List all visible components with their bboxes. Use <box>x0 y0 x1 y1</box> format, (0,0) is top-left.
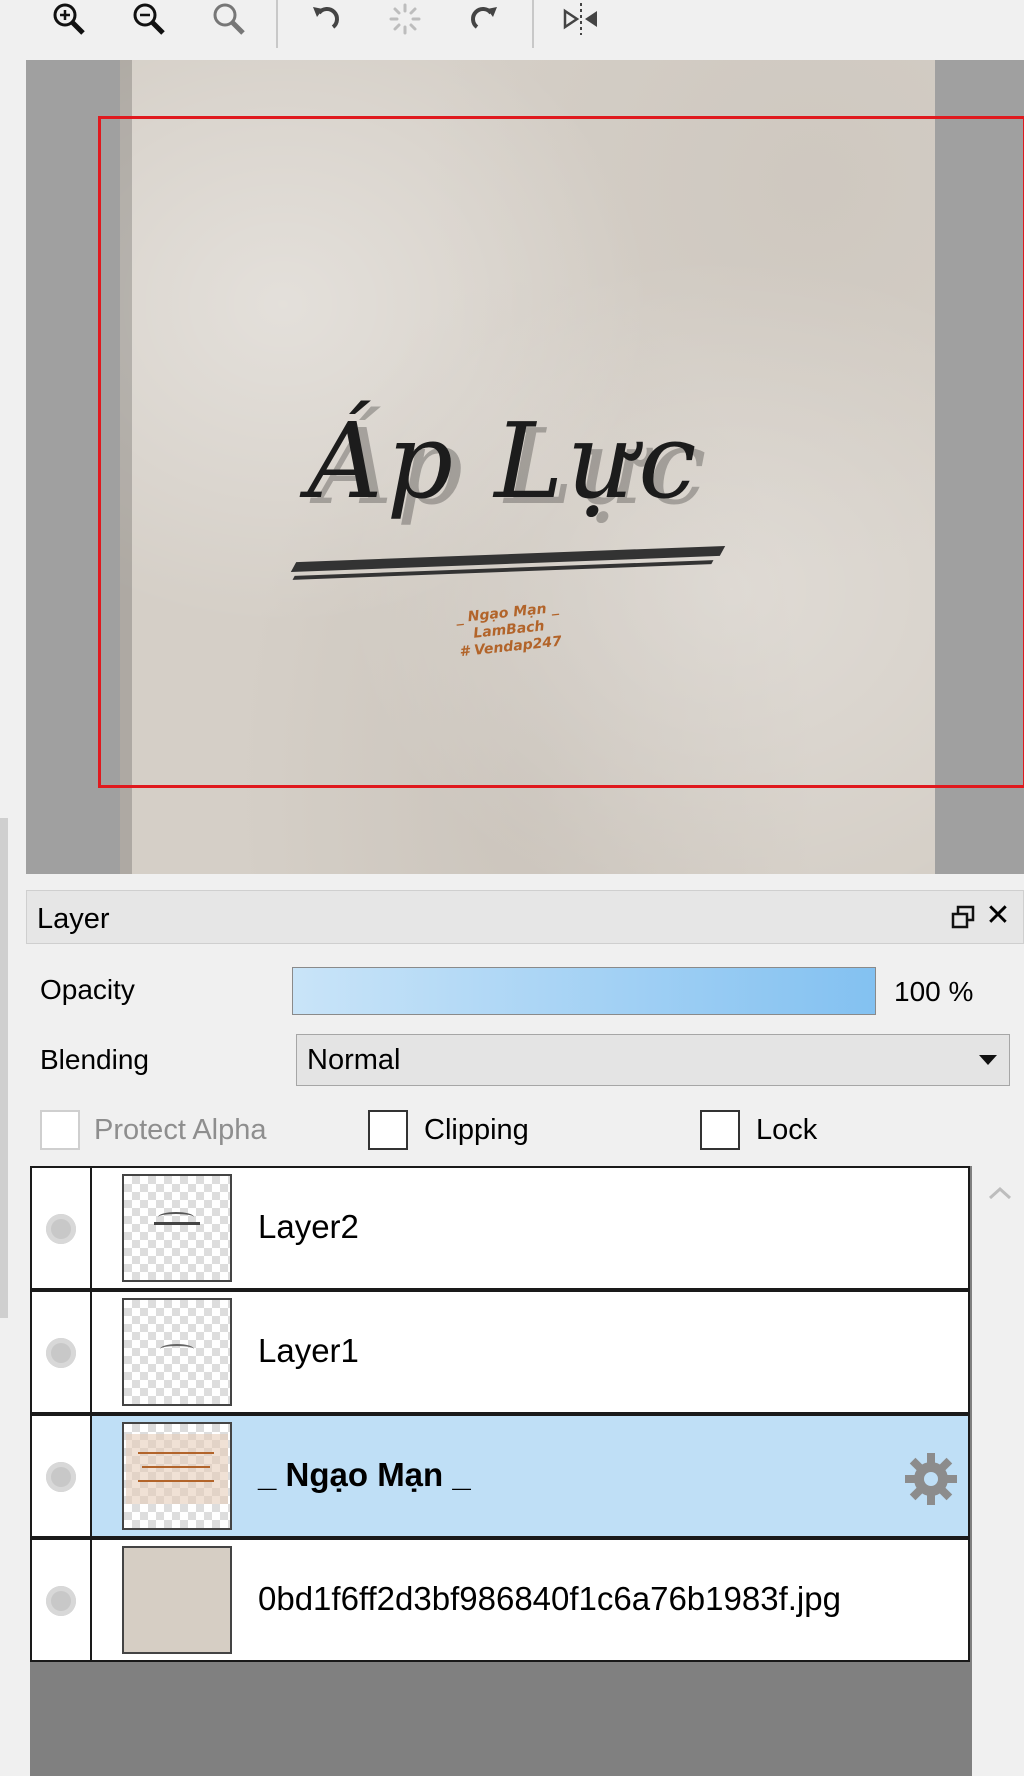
layer-list-scrollbar[interactable] <box>978 1166 1022 1776</box>
zoom-fit-icon <box>213 3 245 35</box>
visibility-toggle[interactable] <box>32 1292 92 1412</box>
layer-thumbnail <box>122 1174 232 1282</box>
visibility-icon <box>46 1214 76 1244</box>
zoom-in-button[interactable] <box>44 0 94 42</box>
opacity-slider[interactable] <box>292 967 876 1015</box>
thumbnail-stroke <box>154 1222 200 1225</box>
lock-checkbox[interactable] <box>700 1110 740 1150</box>
rotate-left-button[interactable] <box>300 0 350 42</box>
layer-name: 0bd1f6ff2d3bf986840f1c6a76b1983f.jpg <box>258 1580 841 1617</box>
visibility-icon <box>46 1462 76 1492</box>
opacity-value: 100 % <box>894 976 974 1007</box>
flip-horizontal-button[interactable] <box>556 0 606 42</box>
zoom-out-icon <box>133 3 165 35</box>
visibility-toggle[interactable] <box>32 1540 92 1660</box>
float-panel-icon[interactable] <box>951 905 975 929</box>
reset-rotation-button[interactable] <box>380 0 430 42</box>
zoom-fit-button[interactable] <box>204 0 254 42</box>
layer-list: Layer2 Layer1 _ Ngạo Mạn _ 0bd1f6ff2d3bf… <box>30 1166 972 1776</box>
layer-row[interactable]: Layer2 <box>30 1166 970 1290</box>
lock-label: Lock <box>756 1114 818 1146</box>
protect-alpha-label: Protect Alpha <box>94 1114 267 1146</box>
left-panel-scrollbar[interactable] <box>0 818 8 1318</box>
layer-thumbnail <box>122 1546 232 1654</box>
layer-name: _ Ngạo Mạn _ <box>258 1456 471 1493</box>
opacity-label: Opacity <box>40 974 135 1005</box>
layer-row-selected[interactable]: _ Ngạo Mạn _ <box>30 1414 970 1538</box>
blending-select[interactable]: Normal <box>296 1034 1010 1086</box>
clipping-label: Clipping <box>424 1114 529 1146</box>
selection-frame[interactable] <box>98 116 1024 788</box>
zoom-out-button[interactable] <box>124 0 174 42</box>
thumbnail-stroke <box>158 1212 194 1222</box>
toolbar-separator <box>276 0 278 48</box>
blending-value: Normal <box>307 1044 401 1076</box>
layer-thumbnail <box>122 1422 232 1530</box>
thumbnail-stroke <box>138 1452 214 1454</box>
layer-thumbnail <box>122 1298 232 1406</box>
layer-row[interactable]: 0bd1f6ff2d3bf986840f1c6a76b1983f.jpg <box>30 1538 970 1662</box>
visibility-icon <box>46 1586 76 1616</box>
thumbnail-stroke <box>160 1344 194 1354</box>
layer-name: Layer1 <box>258 1332 359 1369</box>
close-icon[interactable]: ✕ <box>983 901 1013 931</box>
rotate-right-button[interactable] <box>460 0 510 42</box>
layer-row[interactable]: Layer1 <box>30 1290 970 1414</box>
thumbnail-fill <box>126 1434 228 1504</box>
gear-icon[interactable] <box>902 1450 960 1508</box>
panel-title: Layer <box>37 903 110 935</box>
visibility-toggle[interactable] <box>32 1168 92 1288</box>
canvas-viewport[interactable]: Áp Lực _ Ngạo Mạn _ LamBach # Vendap247 <box>26 60 1024 874</box>
toolbar-separator <box>532 0 534 48</box>
visibility-icon <box>46 1338 76 1368</box>
chevron-up-icon[interactable] <box>986 1184 1014 1204</box>
zoom-in-icon <box>53 3 85 35</box>
layer-name: Layer2 <box>258 1208 359 1245</box>
blending-label: Blending <box>40 1044 149 1075</box>
layer-panel-header: Layer ✕ <box>26 890 1024 944</box>
protect-alpha-checkbox[interactable] <box>40 1110 80 1150</box>
chevron-down-icon <box>979 1055 997 1065</box>
reset-rotation-icon <box>389 3 421 35</box>
canvas-toolbar <box>0 0 1024 60</box>
clipping-checkbox[interactable] <box>368 1110 408 1150</box>
visibility-toggle[interactable] <box>32 1416 92 1536</box>
rotate-right-icon <box>471 7 497 29</box>
rotate-left-icon <box>313 7 339 29</box>
thumbnail-stroke <box>138 1480 214 1482</box>
flip-horizontal-icon <box>563 3 597 35</box>
thumbnail-stroke <box>142 1466 210 1468</box>
